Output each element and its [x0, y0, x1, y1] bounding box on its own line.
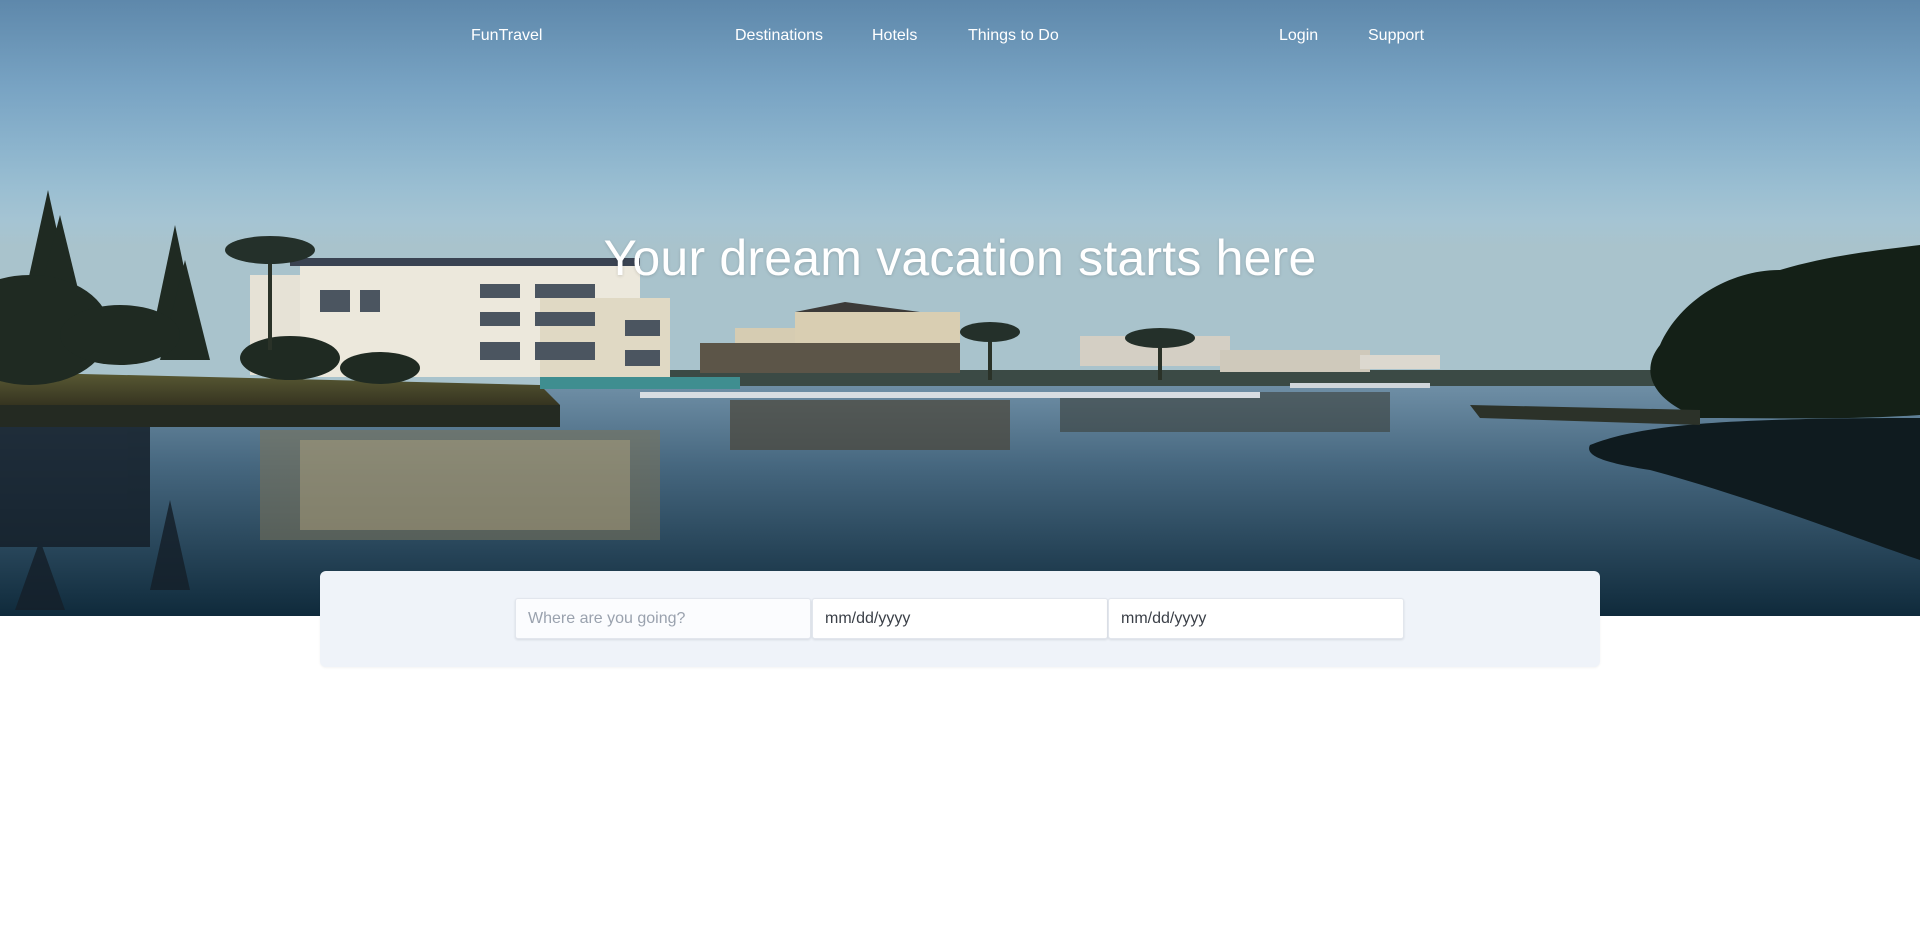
- checkin-date-input[interactable]: mm/dd/yyyy: [812, 598, 1108, 639]
- hero-title: Your dream vacation starts here: [603, 230, 1317, 286]
- hero-background-image: [0, 190, 1920, 616]
- nav-link-things-to-do[interactable]: Things to Do: [968, 27, 1059, 45]
- destination-input[interactable]: [515, 598, 811, 639]
- hero-banner: FunTravel Destinations Hotels Things to …: [0, 0, 1920, 616]
- nav-link-hotels[interactable]: Hotels: [872, 27, 917, 45]
- search-panel: mm/dd/yyyy mm/dd/yyyy: [320, 571, 1600, 667]
- nav-link-destinations[interactable]: Destinations: [735, 27, 823, 45]
- nav-link-support[interactable]: Support: [1368, 27, 1424, 45]
- nav-link-login[interactable]: Login: [1279, 27, 1318, 45]
- checkout-date-input[interactable]: mm/dd/yyyy: [1108, 598, 1404, 639]
- brand-logo-link[interactable]: FunTravel: [471, 27, 542, 45]
